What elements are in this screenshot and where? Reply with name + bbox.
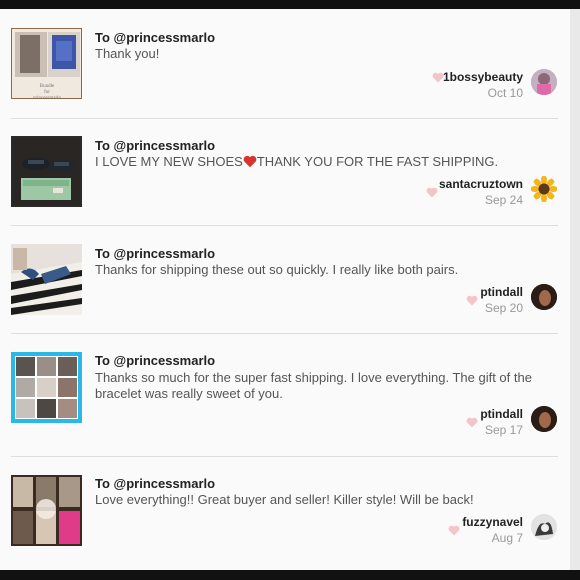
review-recipient[interactable]: To @princessmarlo (95, 353, 215, 368)
reviewer-username[interactable]: ptindall (480, 407, 523, 421)
svg-text:princessmarlo: princessmarlo (33, 96, 62, 99)
reviews-panel: Bundle for princessmarlo To @princessmar… (0, 9, 570, 570)
sunflower-icon (531, 176, 557, 202)
review-date: Sep 24 (484, 193, 523, 207)
review-date: Sep 20 (484, 301, 523, 315)
heart-icon (466, 417, 478, 428)
reviewer-username[interactable]: fuzzynavel (462, 515, 523, 529)
style-collage-photo (11, 475, 82, 546)
zebra-shoes-photo (11, 244, 82, 315)
listing-thumbnail[interactable] (11, 475, 82, 546)
listing-thumbnail[interactable]: Bundle for princessmarlo (11, 28, 82, 99)
heart-icon (426, 187, 438, 198)
review-recipient[interactable]: To @princessmarlo (95, 246, 215, 261)
svg-text:for: for (44, 90, 50, 95)
reviewer-avatar[interactable] (531, 176, 557, 202)
bundle-photo: Bundle for princessmarlo (12, 29, 81, 99)
shoes-photo (13, 138, 80, 205)
divider (11, 118, 558, 119)
heart-icon (466, 295, 478, 306)
review-message-part: THANK YOU FOR THE FAST SHIPPING. (256, 154, 499, 169)
review-recipient[interactable]: To @princessmarlo (95, 476, 215, 491)
divider (11, 225, 558, 226)
review-date: Sep 17 (484, 423, 523, 437)
listing-thumbnail[interactable] (11, 352, 82, 423)
review-message: Thanks so much for the super fast shippi… (95, 370, 532, 401)
reviewer-avatar[interactable] (531, 406, 557, 432)
reviewer-username[interactable]: ptindall (480, 285, 523, 299)
reviewer-avatar[interactable] (531, 514, 557, 540)
divider (11, 333, 558, 334)
review-message: Love everything!! Great buyer and seller… (95, 492, 474, 507)
review-recipient[interactable]: To @princessmarlo (95, 138, 215, 153)
reviewer-avatar[interactable] (531, 69, 557, 95)
scrollbar[interactable] (570, 9, 580, 570)
review-message: Thank you! (95, 46, 160, 61)
review-message: I LOVE MY NEW SHOES THANK YOU FOR THE FAS… (95, 154, 550, 170)
svg-text:Bundle: Bundle (40, 84, 55, 89)
review-message: Thanks for shipping these out so quickly… (95, 262, 459, 277)
reviewer-avatar[interactable] (531, 284, 557, 310)
listing-thumbnail[interactable] (11, 244, 82, 315)
top-bar (0, 0, 580, 9)
reviewer-username[interactable]: 1bossybeauty (443, 70, 523, 84)
review-date: Oct 10 (487, 86, 523, 100)
red-heart-emoji-icon (243, 155, 257, 168)
reviewer-username[interactable]: santacruztown (439, 177, 523, 191)
divider (11, 456, 558, 457)
heart-icon (448, 525, 460, 536)
collage-photo (15, 356, 78, 419)
listing-thumbnail[interactable] (11, 136, 82, 207)
review-message-part: I LOVE MY NEW SHOES (95, 154, 243, 169)
review-recipient[interactable]: To @princessmarlo (95, 30, 215, 45)
bottom-bar (0, 570, 580, 580)
review-date: Aug 7 (491, 531, 523, 545)
